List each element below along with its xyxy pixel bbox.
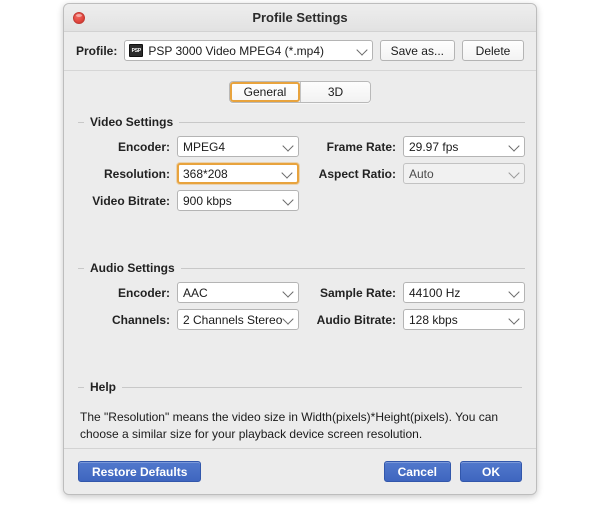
tab-3d[interactable]: 3D — [300, 82, 370, 102]
video-encoder-label: Encoder: — [117, 139, 170, 154]
profile-label: Profile: — [76, 43, 118, 58]
audio-encoder-dropdown[interactable]: AAC — [177, 282, 299, 303]
save-as-button[interactable]: Save as... — [379, 40, 455, 61]
channels-value: 2 Channels Stereo — [183, 312, 283, 327]
restore-defaults-button[interactable]: Restore Defaults — [78, 461, 202, 482]
delete-button[interactable]: Delete — [462, 40, 524, 61]
profile-settings-window: Profile Settings Profile: PSP PSP 3000 V… — [63, 3, 537, 495]
title-bar: Profile Settings — [64, 4, 536, 32]
profile-dropdown[interactable]: PSP PSP 3000 Video MPEG4 (*.mp4) — [124, 40, 373, 61]
chevron-down-icon — [282, 312, 294, 325]
sample-rate-label: Sample Rate: — [319, 285, 396, 300]
audio-bitrate-dropdown[interactable]: 128 kbps — [403, 309, 525, 330]
chevron-down-icon — [508, 312, 520, 325]
video-encoder-dropdown[interactable]: MPEG4 — [177, 136, 299, 157]
video-settings-legend: Video Settings — [90, 115, 174, 129]
tab-general[interactable]: General — [230, 82, 300, 102]
video-bitrate-label: Video Bitrate: — [92, 193, 170, 208]
sample-rate-value: 44100 Hz — [409, 285, 461, 300]
audio-encoder-value: AAC — [183, 285, 208, 300]
chevron-down-icon — [508, 166, 520, 179]
audio-bitrate-label: Audio Bitrate: — [316, 312, 396, 327]
tab-bar: General 3D — [64, 71, 536, 115]
resolution-row: Resolution: 368*208 Aspect Ratio: Auto — [78, 163, 525, 184]
resolution-value: 368*208 — [183, 166, 228, 181]
resolution-dropdown[interactable]: 368*208 — [177, 163, 299, 184]
resolution-label: Resolution: — [104, 166, 170, 181]
ok-button[interactable]: OK — [460, 461, 522, 482]
page-title: Profile Settings — [252, 10, 348, 25]
help-text: The "Resolution" means the video size in… — [80, 410, 499, 441]
aspect-ratio-dropdown[interactable]: Auto — [403, 163, 525, 184]
channels-label: Channels: — [111, 312, 170, 327]
chevron-down-icon — [508, 139, 520, 152]
frame-rate-dropdown[interactable]: 29.97 fps — [403, 136, 525, 157]
chevron-down-icon — [508, 285, 520, 298]
audio-encoder-label: Encoder: — [117, 285, 170, 300]
video-encoder-row: Encoder: MPEG4 Frame Rate: 29.97 fps — [78, 136, 525, 157]
psp-device-icon: PSP — [129, 44, 144, 57]
video-encoder-value: MPEG4 — [183, 139, 226, 154]
frame-rate-label: Frame Rate: — [326, 139, 396, 154]
aspect-ratio-value: Auto — [409, 166, 434, 181]
chevron-down-icon — [282, 285, 294, 298]
chevron-down-icon — [355, 43, 368, 56]
channels-row: Channels: 2 Channels Stereo Audio Bitrat… — [78, 309, 525, 330]
profile-selected-value: PSP 3000 Video MPEG4 (*.mp4) — [148, 43, 324, 58]
video-settings-group: Video Settings Encoder: MPEG4 Frame Rate… — [78, 115, 525, 237]
profile-row: Profile: PSP PSP 3000 Video MPEG4 (*.mp4… — [64, 32, 536, 71]
sample-rate-dropdown[interactable]: 44100 Hz — [403, 282, 525, 303]
video-bitrate-value: 900 kbps — [183, 193, 232, 208]
chevron-down-icon — [282, 193, 294, 206]
video-bitrate-row: Video Bitrate: 900 kbps — [78, 190, 525, 211]
frame-rate-value: 29.97 fps — [409, 139, 459, 154]
aspect-ratio-label: Aspect Ratio: — [318, 166, 396, 181]
audio-settings-group: Audio Settings Encoder: AAC Sample Rate:… — [78, 261, 525, 356]
chevron-down-icon — [282, 139, 294, 152]
audio-encoder-row: Encoder: AAC Sample Rate: 44100 Hz — [78, 282, 525, 303]
channels-dropdown[interactable]: 2 Channels Stereo — [177, 309, 299, 330]
help-legend: Help — [90, 380, 117, 394]
close-icon[interactable] — [73, 12, 85, 24]
chevron-down-icon — [281, 166, 293, 179]
video-bitrate-dropdown[interactable]: 900 kbps — [177, 190, 299, 211]
footer-button-bar: Restore Defaults Cancel OK — [64, 448, 536, 494]
help-group: Help The "Resolution" means the video si… — [78, 380, 522, 443]
cancel-button[interactable]: Cancel — [383, 461, 451, 482]
audio-settings-legend: Audio Settings — [90, 261, 175, 275]
settings-content: Video Settings Encoder: MPEG4 Frame Rate… — [64, 115, 536, 443]
audio-bitrate-value: 128 kbps — [409, 312, 458, 327]
